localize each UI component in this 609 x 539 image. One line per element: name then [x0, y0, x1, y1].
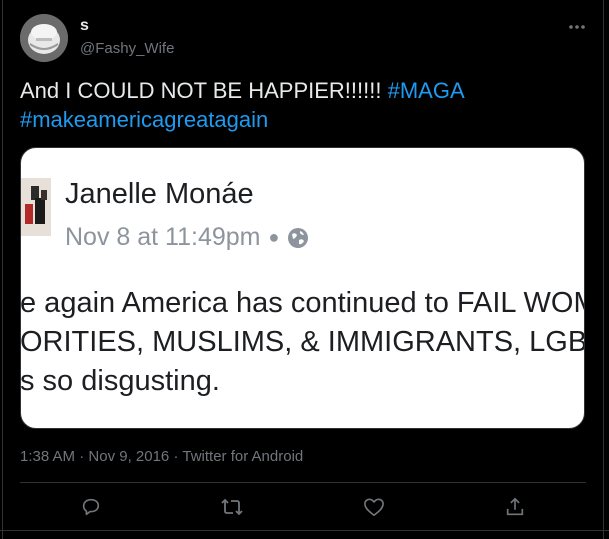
tweet-source[interactable]: Twitter for Android — [182, 448, 303, 465]
like-icon — [364, 498, 384, 516]
post-date: Nov 8 at 11:49pm — [65, 223, 261, 251]
post-body-line: e again America has continued to FAIL WO… — [20, 287, 585, 319]
tweet-time[interactable]: 1:38 AM — [20, 448, 75, 465]
tweet-text: And I COULD NOT BE HAPPIER!!!!!! #MAGA #m… — [20, 76, 580, 134]
avatar-image — [20, 14, 68, 62]
profile-photo — [21, 178, 51, 236]
retweet-icon — [221, 498, 243, 516]
retweet-button[interactable] — [219, 494, 245, 520]
post-body: e again America has continued to FAIL WO… — [20, 284, 585, 401]
more-options-button[interactable] — [566, 18, 588, 36]
author-display-name[interactable]: s — [80, 17, 89, 35]
hashtag-link[interactable]: #makeamericagreatagain — [20, 107, 268, 132]
reply-icon — [82, 498, 100, 516]
post-body-line: s so disgusting. — [20, 365, 220, 397]
separator-dot: · — [79, 448, 85, 465]
share-button[interactable] — [502, 494, 528, 520]
tweet-date[interactable]: Nov 9, 2016 — [88, 448, 169, 465]
post-meta: Nov 8 at 11:49pm ● — [65, 223, 309, 252]
avatar[interactable] — [20, 14, 68, 62]
frame-border-left — [2, 0, 3, 539]
more-horizontal-icon — [569, 25, 585, 29]
post-body-line: ORITIES, MUSLIMS, & IMMIGRANTS, LGBTC — [20, 326, 585, 358]
reply-button[interactable] — [78, 494, 104, 520]
divider — [20, 482, 586, 483]
action-bar — [20, 490, 586, 524]
tweet-timestamp: 1:38 AM · Nov 9, 2016 · Twitter for Andr… — [20, 448, 303, 465]
attached-image[interactable]: Janelle Monáe Nov 8 at 11:49pm ● e again… — [20, 147, 585, 429]
tweet-text-plain: And I COULD NOT BE HAPPIER!!!!!! — [20, 78, 388, 103]
share-icon — [506, 497, 524, 516]
separator-dot: · — [173, 448, 179, 465]
like-button[interactable] — [361, 494, 387, 520]
globe-icon — [288, 227, 309, 248]
frame-border-bottom — [0, 530, 609, 531]
author-handle[interactable]: @Fashy_Wife — [80, 40, 174, 57]
hashtag-link[interactable]: #MAGA — [388, 78, 465, 103]
post-author-name: Janelle Monáe — [65, 178, 254, 210]
separator-dot: ● — [268, 227, 280, 247]
frame-border-right — [603, 0, 604, 539]
